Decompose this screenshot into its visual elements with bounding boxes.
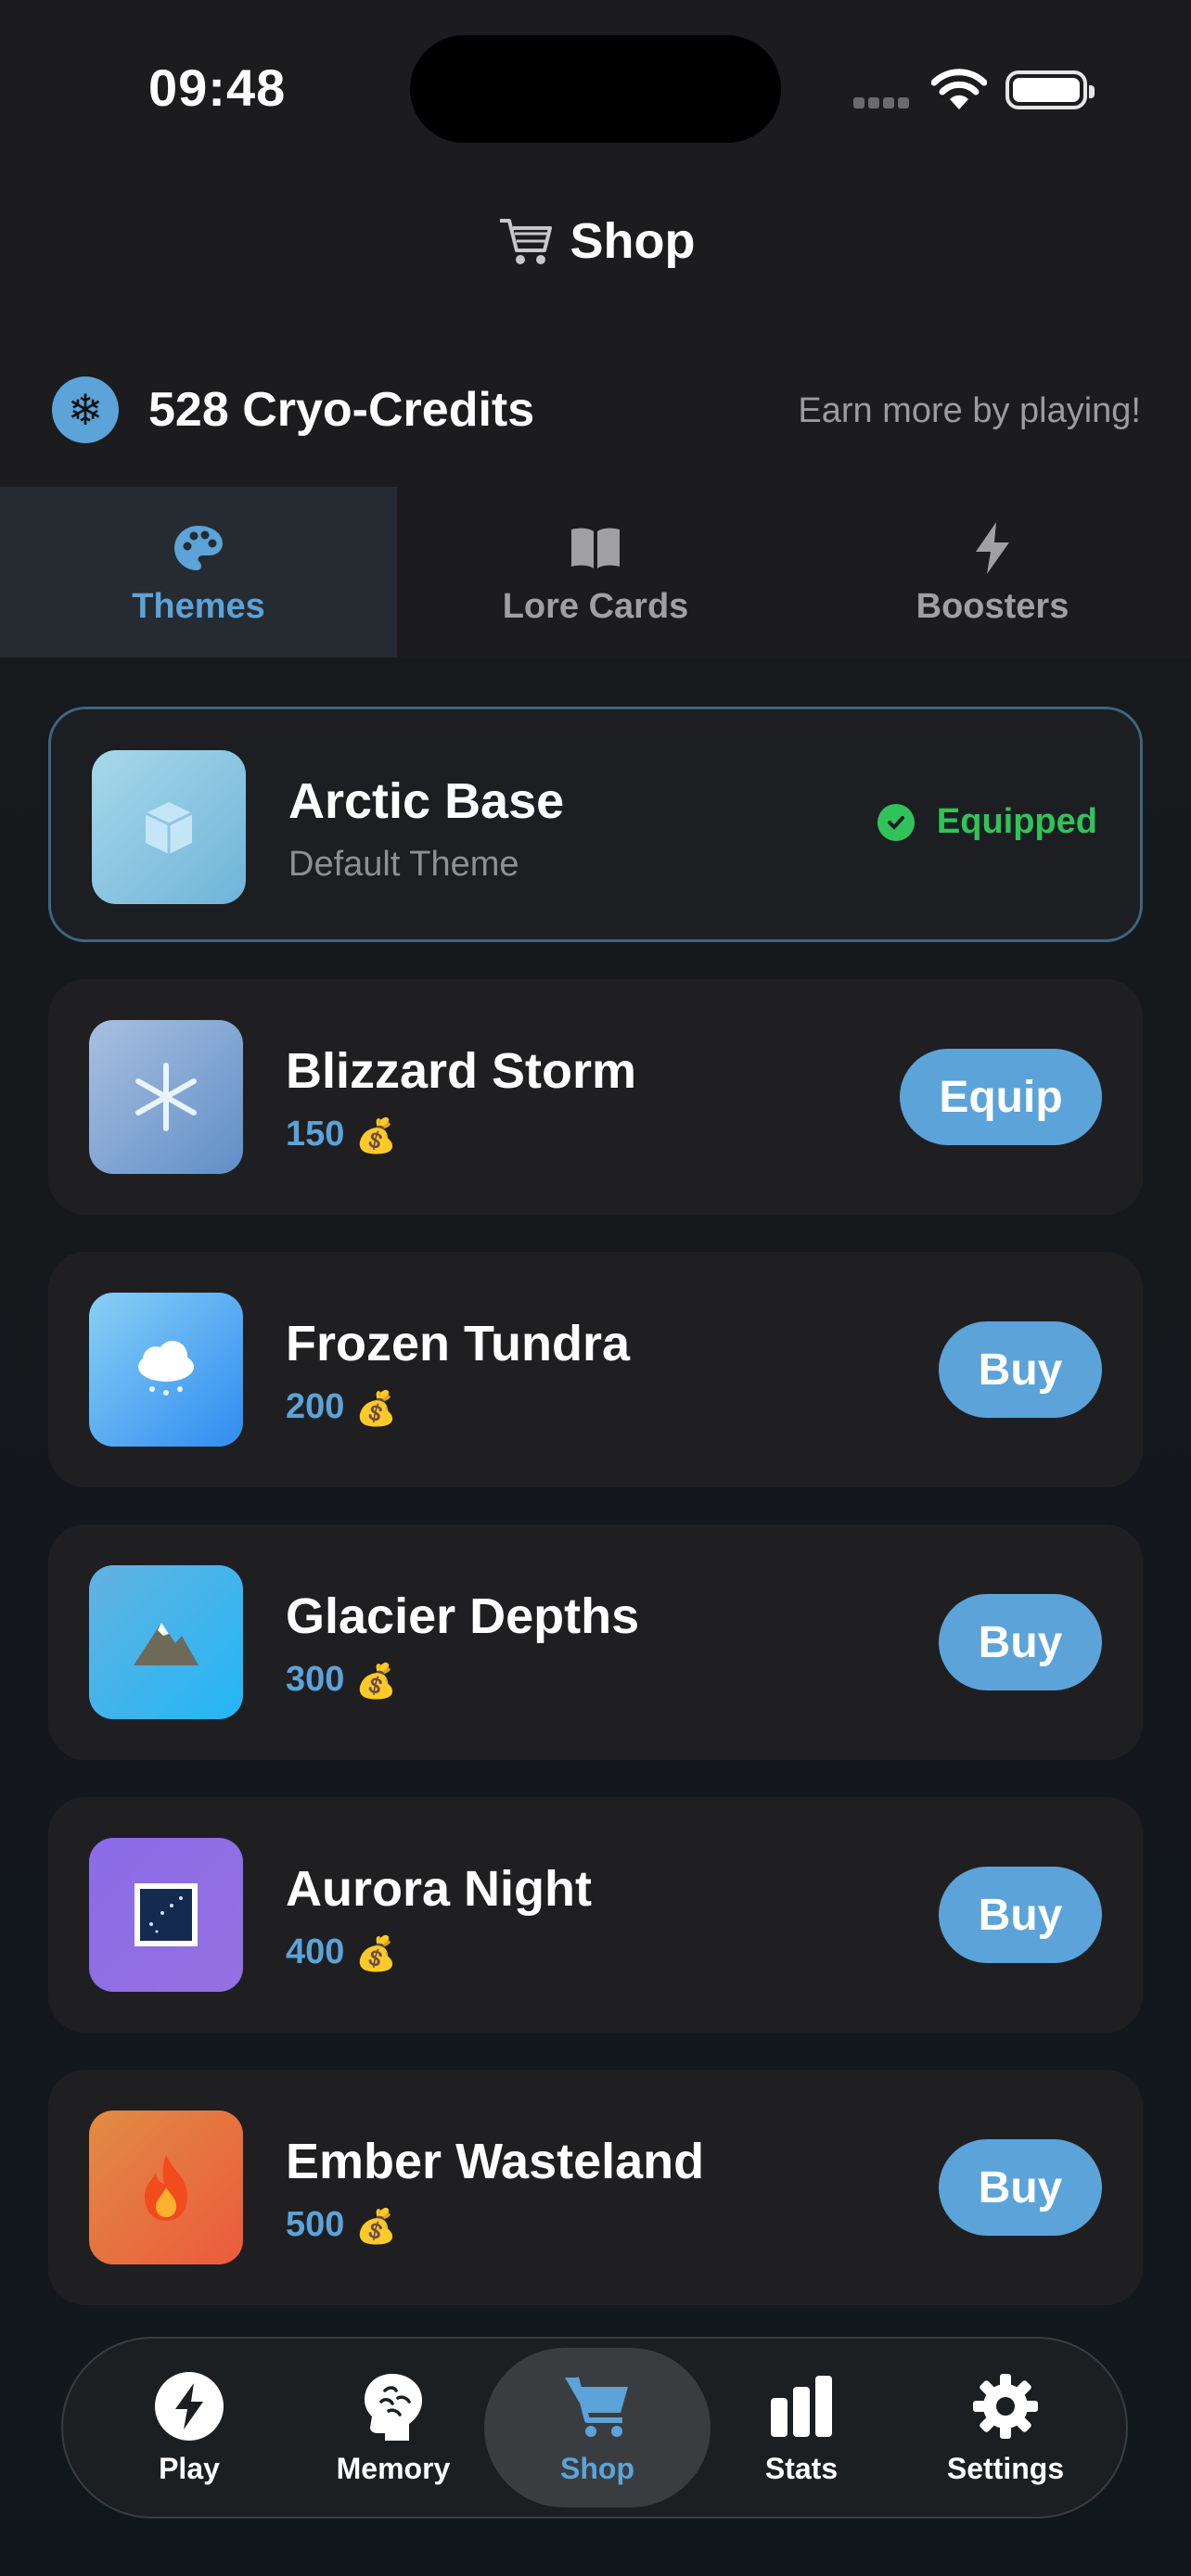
theme-card-arctic-base[interactable]: Arctic Base Default Theme Equipped bbox=[48, 707, 1143, 942]
tab-label: Themes bbox=[132, 586, 265, 626]
wifi-icon bbox=[931, 69, 987, 109]
snowflake-icon: ❄ bbox=[52, 376, 119, 443]
theme-price: 200 💰 bbox=[286, 1387, 397, 1428]
nav-stats[interactable]: Stats bbox=[688, 2348, 915, 2507]
buy-button[interactable]: Buy bbox=[939, 1594, 1102, 1690]
category-tabs: Themes Lore Cards Boosters bbox=[0, 487, 1191, 657]
nav-memory[interactable]: Memory bbox=[280, 2348, 506, 2507]
status-bar: 09:48 bbox=[0, 0, 1191, 176]
tab-themes[interactable]: Themes bbox=[0, 487, 397, 657]
page-header: Shop bbox=[0, 185, 1191, 297]
theme-name: Ember Wasteland bbox=[286, 2134, 705, 2189]
price-value: 400 bbox=[286, 1932, 345, 1971]
nav-label: Play bbox=[159, 2451, 220, 2485]
theme-name: Arctic Base bbox=[288, 773, 565, 829]
status-time: 09:48 bbox=[148, 58, 287, 117]
bar-chart-icon bbox=[771, 2375, 832, 2437]
equip-button[interactable]: Equip bbox=[900, 1049, 1102, 1145]
book-icon bbox=[571, 528, 620, 568]
checkmark-icon bbox=[877, 803, 915, 841]
theme-name: Aurora Night bbox=[286, 1861, 592, 1917]
theme-price: 150 💰 bbox=[286, 1115, 397, 1155]
credits-bar: ❄ 528 Cryo-Credits Earn more by playing! bbox=[0, 362, 1191, 464]
nav-label: Memory bbox=[336, 2451, 451, 2485]
tab-label: Boosters bbox=[916, 586, 1069, 626]
theme-price: 400 💰 bbox=[286, 1932, 397, 1973]
dynamic-island bbox=[410, 35, 781, 143]
nav-label: Shop bbox=[560, 2451, 634, 2485]
money-bag-icon: 💰 bbox=[355, 1116, 398, 1154]
page-title: Shop bbox=[570, 213, 696, 269]
nav-label: Settings bbox=[946, 2451, 1065, 2485]
money-bag-icon: 💰 bbox=[355, 1933, 398, 1972]
mountain-icon bbox=[89, 1565, 243, 1719]
theme-card-ember-wasteland: Ember Wasteland 500 💰 Buy bbox=[48, 2070, 1143, 2305]
equipped-status: Equipped bbox=[877, 802, 1097, 842]
theme-card-glacier-depths: Glacier Depths 300 💰 Buy bbox=[48, 1524, 1143, 1760]
nav-settings[interactable]: Settings bbox=[892, 2348, 1119, 2507]
bottom-tab-bar: Play Memory Shop Stats Settings bbox=[61, 2337, 1128, 2519]
money-bag-icon: 💰 bbox=[355, 1388, 398, 1427]
night-sky-icon bbox=[89, 1838, 243, 1992]
equipped-label: Equipped bbox=[936, 802, 1097, 841]
shopping-cart-icon bbox=[499, 219, 552, 264]
buy-button[interactable]: Buy bbox=[939, 1321, 1102, 1418]
snowflake-icon bbox=[89, 1020, 243, 1174]
themes-list: Arctic Base Default Theme Equipped Blizz… bbox=[0, 658, 1191, 2309]
cart-icon bbox=[565, 2376, 628, 2437]
price-value: 500 bbox=[286, 2205, 345, 2244]
credits-hint: Earn more by playing! bbox=[798, 391, 1141, 430]
theme-name: Frozen Tundra bbox=[286, 1316, 630, 1371]
ice-cube-icon bbox=[92, 750, 246, 904]
fire-icon bbox=[89, 2111, 243, 2264]
price-value: 150 bbox=[286, 1115, 345, 1154]
price-value: 200 bbox=[286, 1387, 345, 1426]
money-bag-icon: 💰 bbox=[355, 2206, 398, 2245]
price-value: 300 bbox=[286, 1660, 345, 1699]
theme-price: 300 💰 bbox=[286, 1660, 397, 1701]
snow-cloud-icon bbox=[89, 1293, 243, 1447]
theme-card-aurora-night: Aurora Night 400 💰 Buy bbox=[48, 1797, 1143, 2033]
theme-name: Blizzard Storm bbox=[286, 1043, 637, 1099]
palette-icon bbox=[174, 525, 223, 570]
lightning-icon bbox=[976, 521, 1009, 574]
brain-icon bbox=[365, 2373, 422, 2441]
nav-label: Stats bbox=[764, 2451, 839, 2485]
buy-button[interactable]: Buy bbox=[939, 2139, 1102, 2236]
theme-name: Glacier Depths bbox=[286, 1588, 640, 1644]
buy-button[interactable]: Buy bbox=[939, 1867, 1102, 1963]
tab-boosters[interactable]: Boosters bbox=[794, 487, 1191, 657]
battery-icon bbox=[1005, 70, 1095, 109]
bolt-icon bbox=[155, 2371, 224, 2441]
credits-balance: 528 Cryo-Credits bbox=[148, 383, 535, 437]
theme-subtitle: Default Theme bbox=[288, 845, 519, 884]
nav-play[interactable]: Play bbox=[76, 2348, 302, 2507]
money-bag-icon: 💰 bbox=[355, 1661, 398, 1700]
nav-shop[interactable]: Shop bbox=[484, 2348, 711, 2507]
cellular-signal-icon bbox=[853, 96, 915, 109]
theme-card-frozen-tundra: Frozen Tundra 200 💰 Buy bbox=[48, 1252, 1143, 1487]
tab-label: Lore Cards bbox=[502, 586, 689, 626]
theme-card-blizzard-storm: Blizzard Storm 150 💰 Equip bbox=[48, 979, 1143, 1215]
theme-price: 500 💰 bbox=[286, 2205, 397, 2246]
gear-icon bbox=[973, 2373, 1038, 2439]
tab-lore-cards[interactable]: Lore Cards bbox=[397, 487, 794, 657]
